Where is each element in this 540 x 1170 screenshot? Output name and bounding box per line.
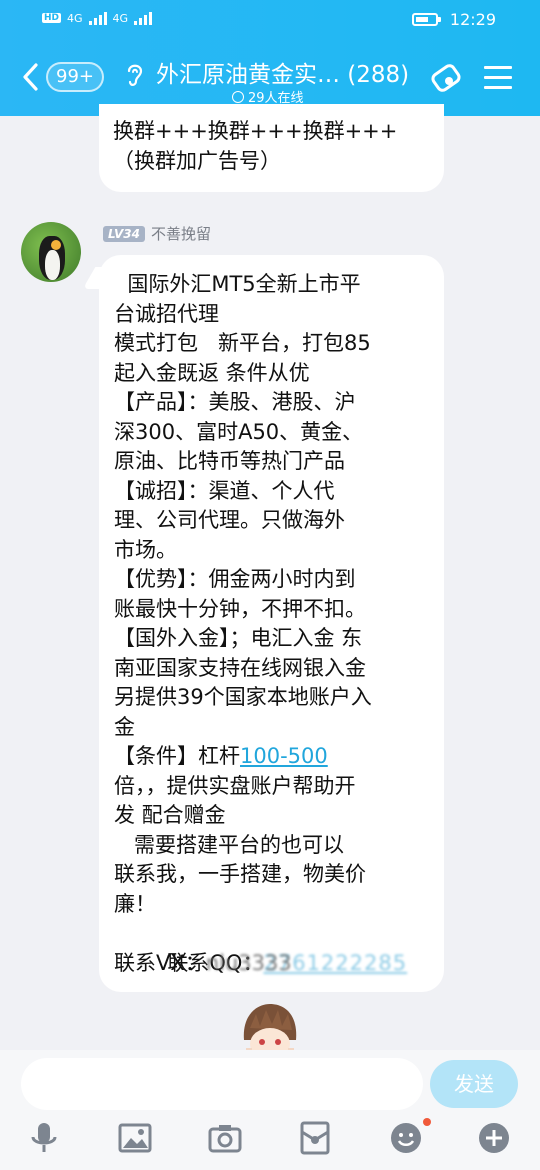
image-icon[interactable] bbox=[117, 1120, 153, 1156]
signal-icon bbox=[88, 11, 107, 25]
message-line: 【国外入金】；电汇入金 东 bbox=[114, 626, 363, 650]
message-line: （换群加广告号） bbox=[113, 148, 281, 173]
message-line: 联系我，一手搭建，物美价 bbox=[114, 862, 366, 886]
message-line: 深300、富时A50、黄金、 bbox=[114, 419, 364, 444]
check-circle-icon bbox=[232, 90, 244, 103]
message-line: 【条件】杠杆100-500 bbox=[114, 742, 444, 772]
message-line: 账最快十分钟，不押不扣。 bbox=[114, 596, 366, 621]
sender-meta: LV34 不善挽留 bbox=[103, 223, 211, 244]
message-line: 理、公司代理。只做海外 bbox=[114, 508, 345, 532]
vx-id: nlu3333 bbox=[205, 950, 292, 975]
condition-prefix: 【条件】杠杆 bbox=[114, 744, 240, 768]
plus-icon[interactable] bbox=[476, 1120, 512, 1156]
leverage-link[interactable]: 100-500 bbox=[240, 744, 328, 768]
message-line: 模式打包 新平台，打包85 bbox=[114, 331, 371, 355]
message-line: 【诚招】：渠道、个人代 bbox=[114, 478, 335, 503]
avatar[interactable] bbox=[21, 222, 81, 282]
status-right: 12:29 bbox=[411, 10, 496, 29]
message-line: 发 配合赠金 bbox=[114, 803, 226, 827]
unread-badge[interactable]: 99+ bbox=[46, 62, 104, 92]
message-input[interactable] bbox=[21, 1058, 423, 1110]
character-sticker[interactable] bbox=[238, 1000, 302, 1056]
vx-label: 联系VX： bbox=[114, 950, 206, 975]
message-line: 廉！ bbox=[114, 891, 156, 916]
message-line: 南亚国家支持在线网银入金 bbox=[114, 655, 366, 680]
network-label: 4G bbox=[67, 11, 83, 25]
message-line: 台诚招代理 bbox=[114, 301, 219, 326]
message-line: 市场。 bbox=[114, 537, 177, 562]
redpacket-icon[interactable] bbox=[297, 1120, 333, 1156]
message-line: 【产品】：美股、港股、沪 bbox=[114, 390, 356, 414]
message-line: 倍，，提供实盘账户帮助开 bbox=[114, 773, 356, 798]
sender-name[interactable]: 不善挽留 bbox=[151, 223, 211, 244]
message-line: 起入金既返 条件从优 bbox=[114, 360, 310, 385]
send-button[interactable]: 发送 bbox=[430, 1060, 518, 1108]
status-bar: HD 4G 4G 12:29 bbox=[0, 0, 540, 40]
message-line: 换群+++换群+++换群+++ bbox=[113, 119, 398, 143]
message-line: 金 bbox=[114, 714, 135, 739]
signal-icon-2 bbox=[134, 11, 153, 25]
message-line: 国际外汇MT5全新上市平 bbox=[114, 272, 361, 296]
input-bar: 发送 bbox=[0, 1050, 540, 1170]
penguin-neck bbox=[51, 240, 61, 250]
group-games-icon[interactable] bbox=[428, 60, 464, 96]
message-line: 需要搭建平台的也可以 bbox=[114, 832, 345, 857]
camera-icon[interactable] bbox=[207, 1120, 243, 1156]
level-badge: LV34 bbox=[103, 225, 145, 242]
battery-icon bbox=[411, 13, 441, 26]
mic-icon[interactable] bbox=[26, 1120, 62, 1156]
emoji-icon[interactable] bbox=[388, 1120, 424, 1156]
message-bubble: 换群+++换群+++换群+++ （换群加广告号） bbox=[99, 104, 444, 192]
hd-label: HD bbox=[42, 13, 62, 23]
title-bar: HD 4G 4G 12:29 99+ 外汇原油黄金实… (288) 29人在线 bbox=[0, 0, 540, 116]
chat-title[interactable]: 外汇原油黄金实… (288) bbox=[156, 55, 409, 89]
message-line: 原油、比特币等热门产品 bbox=[114, 449, 345, 473]
message-line: 【优势】：佣金两小时内到 bbox=[114, 567, 356, 591]
notification-dot bbox=[423, 1118, 431, 1126]
back-icon[interactable] bbox=[20, 62, 40, 92]
message-line: 另提供39个国家本地账户入 bbox=[114, 685, 372, 709]
network-label-2: 4G bbox=[112, 11, 129, 25]
ear-icon[interactable] bbox=[124, 60, 146, 90]
penguin-belly bbox=[45, 250, 60, 280]
status-left: HD 4G 4G bbox=[42, 11, 153, 25]
toolbar bbox=[0, 1118, 540, 1160]
message-bubble: 国际外汇MT5全新上市平 台诚招代理 模式打包 新平台，打包85 起入金既返 条… bbox=[99, 255, 444, 992]
clock: 12:29 bbox=[449, 10, 496, 29]
menu-icon[interactable] bbox=[484, 66, 512, 90]
